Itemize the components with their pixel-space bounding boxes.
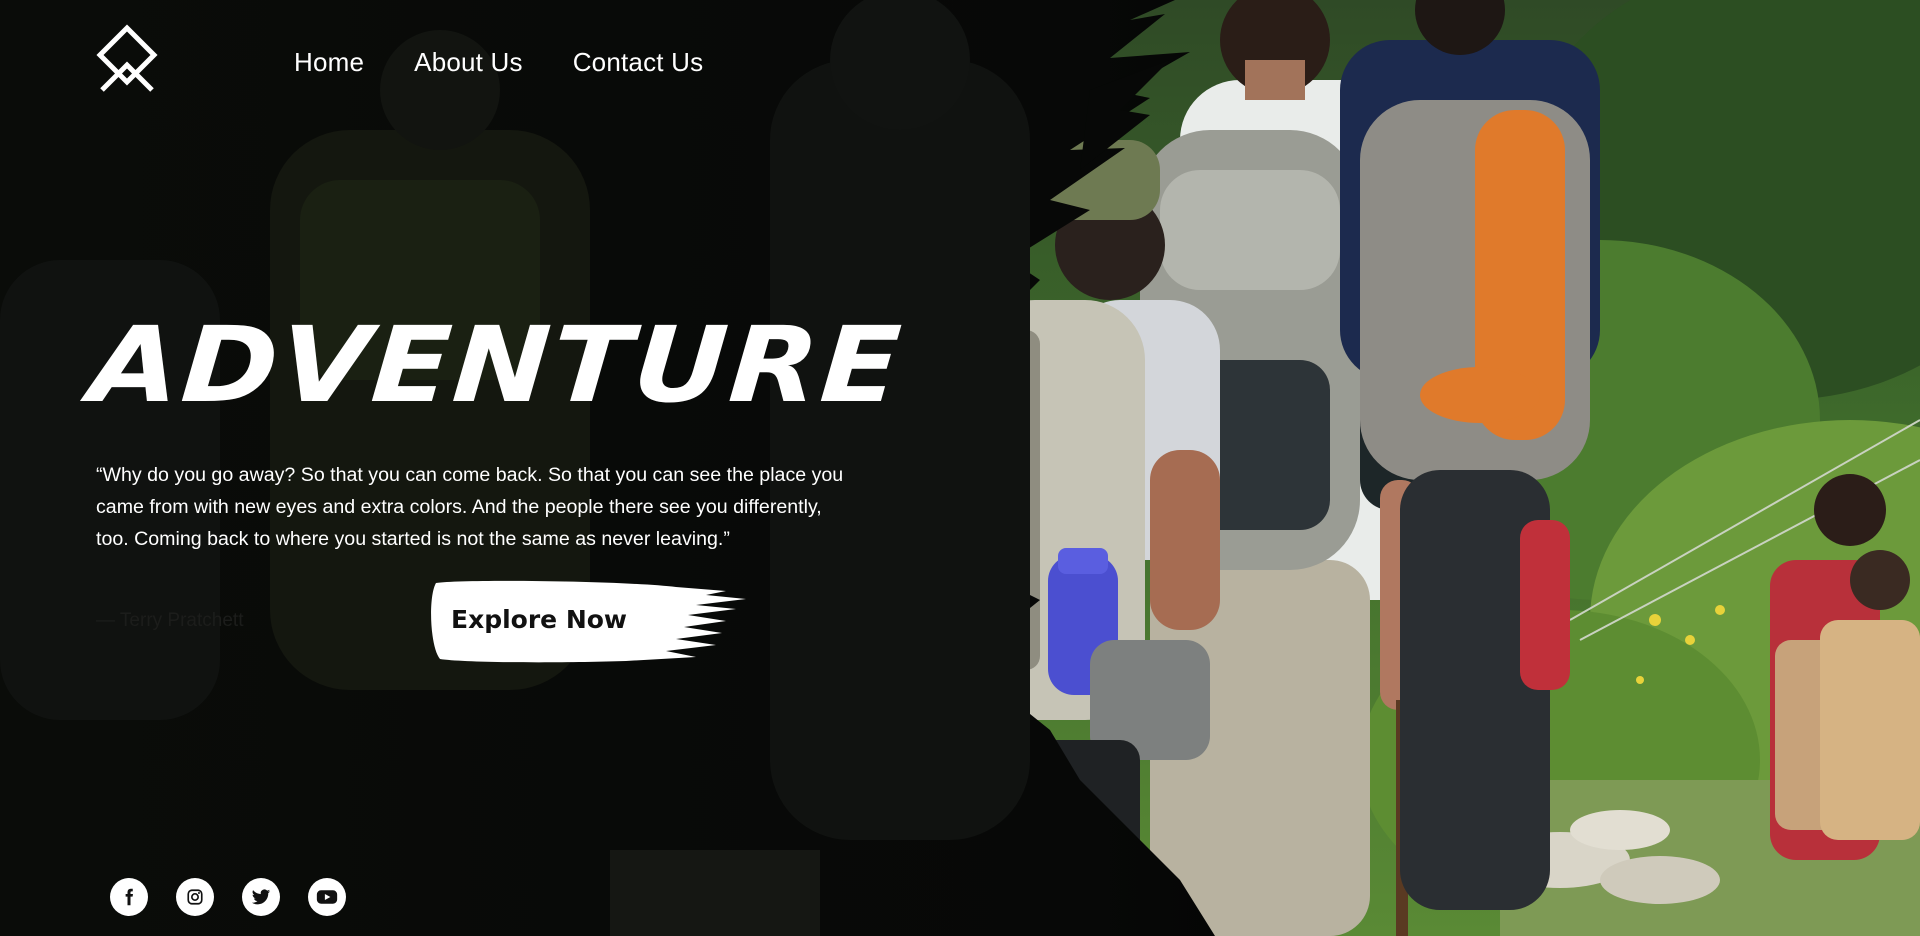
diamond-mountain-logo-icon[interactable] bbox=[94, 24, 160, 94]
nav-about-us-link[interactable]: About Us bbox=[414, 44, 523, 80]
facebook-icon[interactable] bbox=[110, 878, 148, 916]
nav-links: Home About Us Contact Us bbox=[294, 44, 703, 80]
top-navigation: Home About Us Contact Us bbox=[0, 0, 1920, 125]
social-links bbox=[110, 878, 346, 916]
hero-title: ADVENTURE bbox=[85, 304, 907, 427]
nav-contact-us-link[interactable]: Contact Us bbox=[573, 44, 704, 80]
hero-quote: “Why do you go away? So that you can com… bbox=[96, 464, 844, 550]
youtube-icon[interactable] bbox=[308, 878, 346, 916]
twitter-icon[interactable] bbox=[242, 878, 280, 916]
instagram-icon[interactable] bbox=[176, 878, 214, 916]
explore-now-label: Explore Now bbox=[451, 605, 628, 634]
explore-now-button[interactable]: Explore Now bbox=[426, 577, 746, 665]
nav-home-link[interactable]: Home bbox=[294, 44, 364, 80]
quote-author: — Terry Pratchett bbox=[96, 610, 244, 631]
